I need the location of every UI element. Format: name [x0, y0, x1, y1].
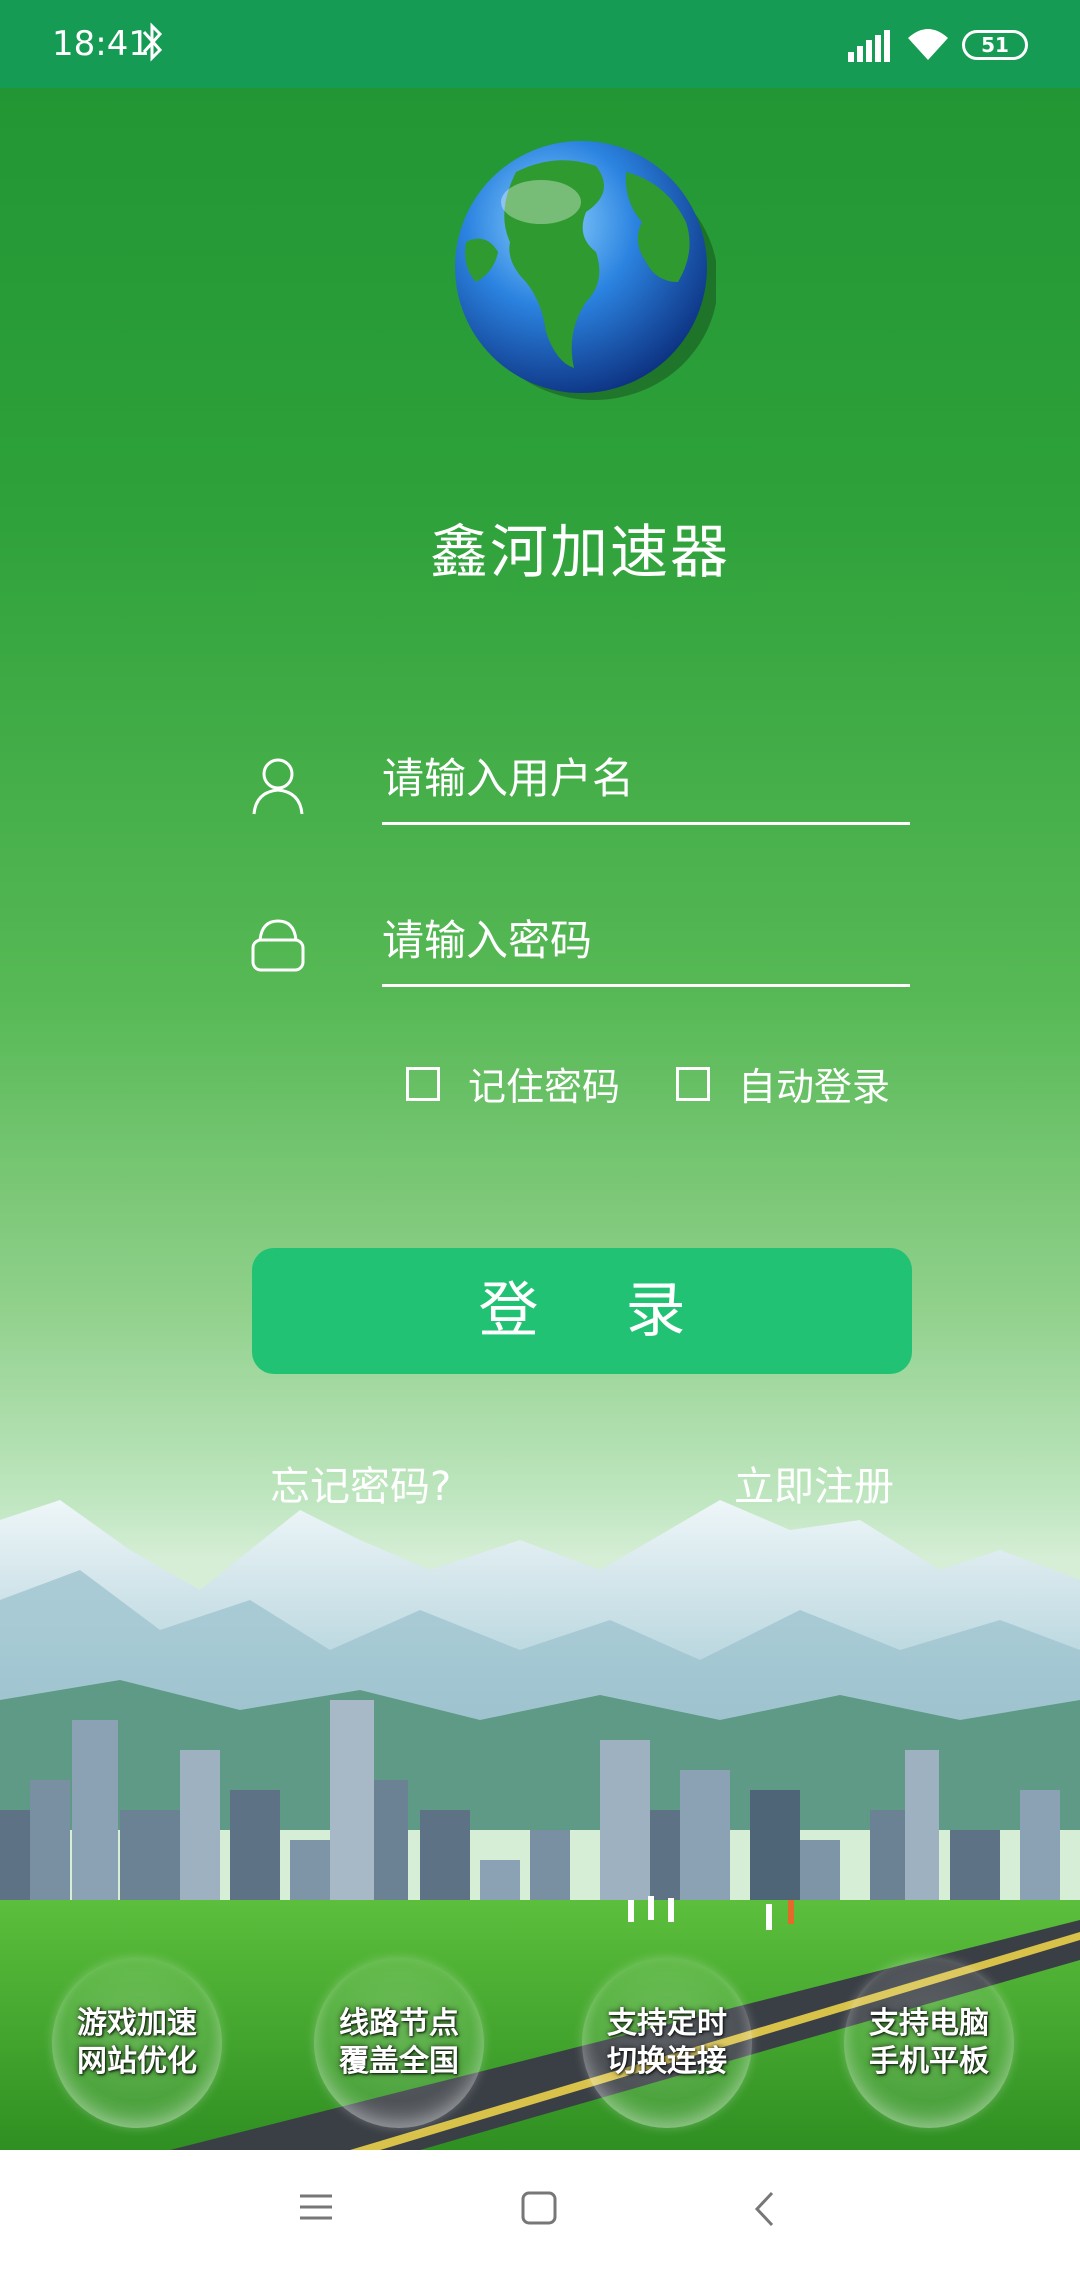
- user-icon: [252, 758, 304, 815]
- feature-line: 线路节点: [339, 2006, 459, 2041]
- feature-line: 网站优化: [77, 2044, 197, 2079]
- feature-bubble-timer: 支持定时 切换连接: [582, 1958, 752, 2128]
- bluetooth-icon: [142, 22, 163, 62]
- back-icon[interactable]: [752, 2190, 778, 2228]
- feature-line: 支持电脑: [869, 2006, 989, 2041]
- wifi-icon: [908, 29, 948, 60]
- autologin-checkbox-box[interactable]: [676, 1066, 710, 1101]
- password-input[interactable]: [382, 900, 910, 980]
- globe-icon: [455, 141, 716, 400]
- login-button[interactable]: 登 录: [252, 1248, 912, 1374]
- remember-checkbox-box[interactable]: [406, 1066, 440, 1101]
- register-link[interactable]: 立即注册: [734, 1454, 894, 1512]
- feature-bubble-devices: 支持电脑 手机平板: [844, 1958, 1014, 2128]
- feature-bubble-game: 游戏加速 网站优化: [52, 1958, 222, 2128]
- menu-icon[interactable]: [298, 2190, 334, 2224]
- battery-icon: 51: [962, 30, 1028, 60]
- home-icon[interactable]: [520, 2190, 558, 2226]
- app-title: 鑫河加速器: [429, 518, 730, 586]
- status-bar: 18:41 51: [0, 0, 1080, 88]
- forgot-password-link[interactable]: 忘记密码?: [270, 1454, 451, 1512]
- feature-line: 覆盖全国: [339, 2044, 459, 2079]
- auto-login-checkbox[interactable]: 自动登录: [676, 1056, 890, 1111]
- feature-bubble-nodes: 线路节点 覆盖全国: [314, 1958, 484, 2128]
- autologin-label: 自动登录: [738, 1065, 891, 1109]
- lock-icon: [251, 919, 305, 972]
- signal-icon: [848, 30, 890, 62]
- navigation-bar: [0, 2150, 1080, 2280]
- username-field[interactable]: [382, 738, 910, 825]
- status-time: 18:41: [52, 24, 150, 64]
- remember-password-checkbox[interactable]: 记住密码: [406, 1056, 620, 1111]
- feature-line: 支持定时: [607, 2006, 727, 2041]
- feature-line: 手机平板: [869, 2044, 989, 2079]
- feature-line: 切换连接: [607, 2044, 727, 2079]
- password-field[interactable]: [382, 900, 910, 987]
- username-input[interactable]: [382, 738, 910, 818]
- remember-label: 记住密码: [468, 1065, 621, 1109]
- feature-line: 游戏加速: [77, 2006, 197, 2041]
